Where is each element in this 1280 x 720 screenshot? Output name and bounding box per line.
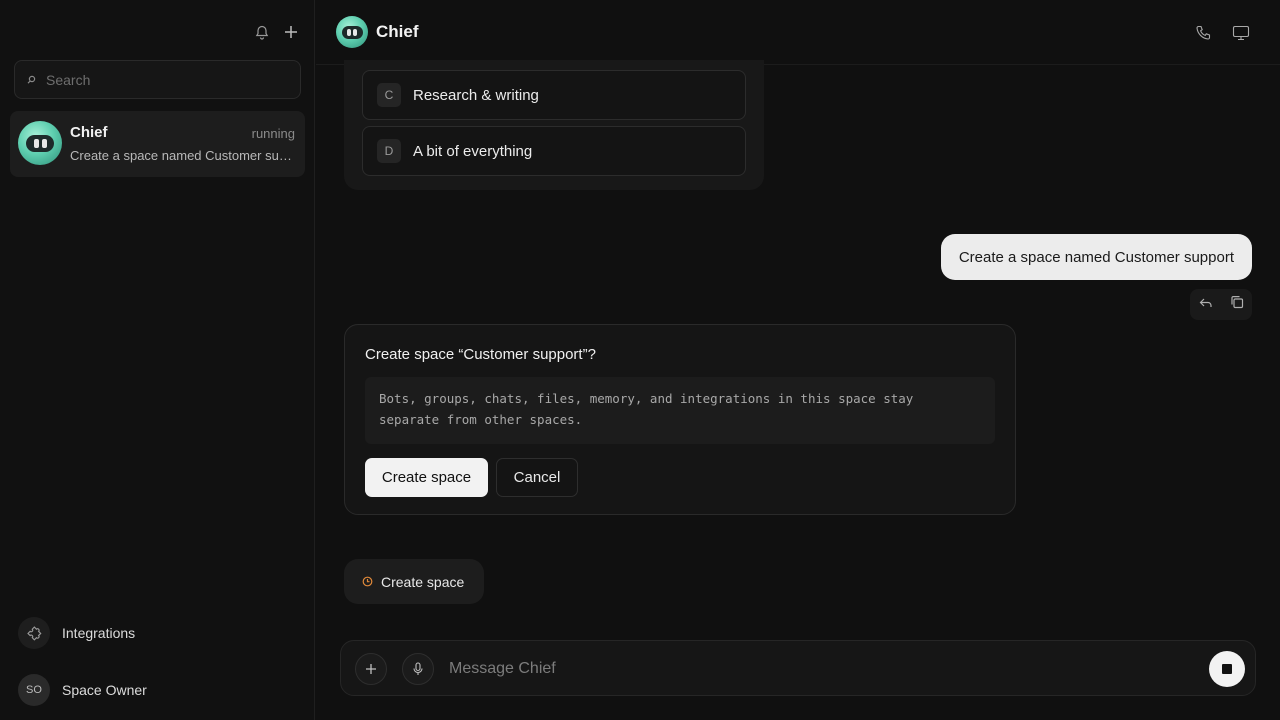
confirmation-card: Create space “Customer support”? Bots, g…	[344, 324, 1016, 515]
app: Chief running Create a space named Custo…	[0, 0, 1280, 720]
user-name: Space Owner	[62, 682, 147, 698]
clock-icon	[362, 574, 373, 590]
stop-button[interactable]	[1209, 651, 1245, 687]
integrations-label: Integrations	[62, 625, 136, 641]
confirmation-description: Bots, groups, chats, files, memory, and …	[365, 377, 995, 444]
message-actions	[1190, 289, 1252, 320]
bell-icon[interactable]	[251, 21, 273, 43]
message-composer	[340, 640, 1256, 696]
user-message: Create a space named Customer support	[940, 234, 1252, 280]
attach-plus-icon[interactable]	[355, 653, 387, 685]
message-input[interactable]	[449, 657, 1189, 681]
bot-avatar-small	[336, 16, 368, 48]
sidebar: Chief running Create a space named Custo…	[0, 0, 315, 720]
phone-icon[interactable]	[1192, 22, 1214, 44]
tool-status-pill: Create space	[344, 559, 484, 604]
cancel-button[interactable]: Cancel	[496, 458, 578, 497]
chat-list-item[interactable]: Chief running Create a space named Custo…	[10, 111, 305, 177]
chat-preview: Create a space named Customer support	[70, 148, 292, 163]
monitor-icon[interactable]	[1230, 22, 1252, 44]
page-title: Chief	[376, 22, 419, 41]
create-space-button[interactable]: Create space	[365, 458, 488, 497]
stop-icon	[1222, 664, 1232, 674]
choice-card: C Research & writing D A bit of everythi…	[344, 60, 764, 190]
choice-label: Research & writing	[413, 86, 539, 104]
integrations-link[interactable]: Integrations	[18, 617, 135, 649]
choice-option-d[interactable]: D A bit of everything	[362, 126, 746, 176]
tool-status-label: Create space	[381, 573, 465, 590]
reply-icon[interactable]	[1199, 296, 1213, 314]
choice-key: D	[377, 139, 401, 163]
search-field[interactable]	[14, 60, 301, 99]
puzzle-icon	[18, 617, 50, 649]
bot-avatar	[18, 121, 62, 165]
choice-key: C	[377, 83, 401, 107]
account-menu[interactable]: SO Space Owner	[18, 674, 147, 706]
new-chat-plus-icon[interactable]	[280, 21, 302, 43]
confirmation-title: Create space “Customer support”?	[365, 346, 596, 363]
chat-header: Chief	[316, 0, 1280, 65]
choice-option-c[interactable]: C Research & writing	[362, 70, 746, 120]
search-icon	[27, 71, 36, 89]
user-avatar: SO	[18, 674, 50, 706]
choice-label: A bit of everything	[413, 142, 533, 160]
chat-status: running	[251, 126, 295, 141]
chat-name: Chief	[70, 124, 108, 141]
copy-icon[interactable]	[1230, 295, 1244, 314]
search-input[interactable]	[46, 71, 286, 88]
microphone-icon[interactable]	[402, 653, 434, 685]
